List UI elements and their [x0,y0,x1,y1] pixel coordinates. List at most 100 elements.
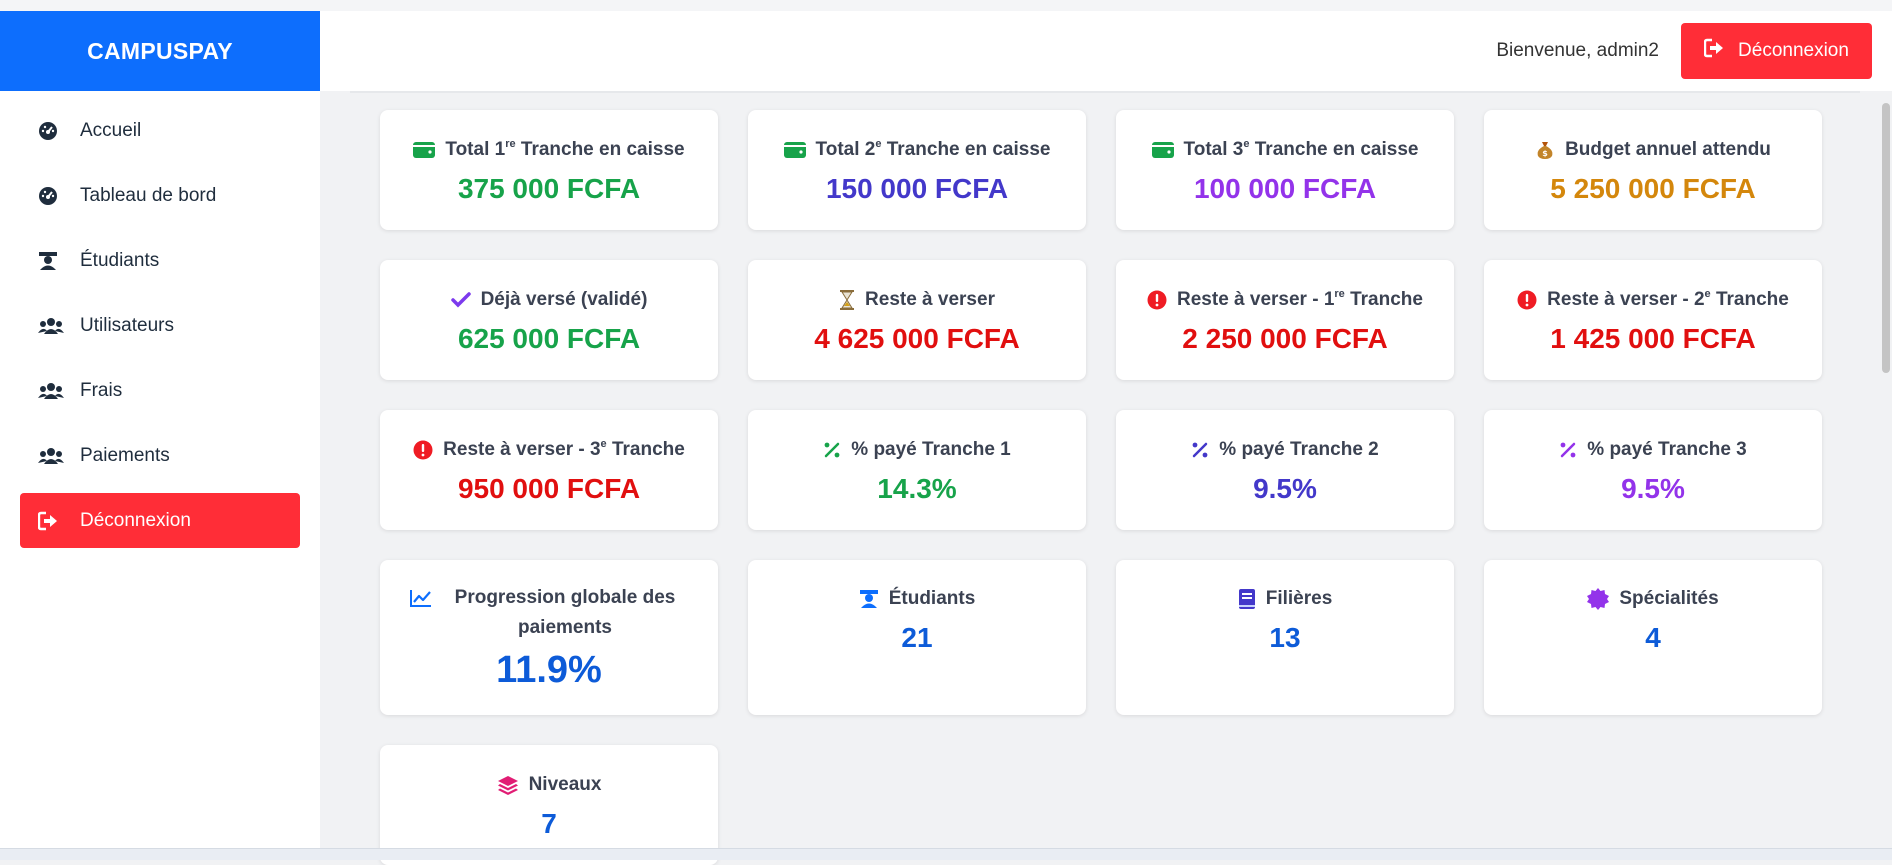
card-percent-tranche-1: % payé Tranche 1 14.3% [748,410,1086,530]
card-value: 150 000 FCFA [825,173,1009,204]
card-levels: Niveaux 7 [380,745,718,865]
card-remaining-tranche-3: Reste à verser - 3e Tranche 950 000 FCFA [380,410,718,530]
percent-icon [823,441,841,459]
card-title: Reste à verser [865,289,995,310]
card-total-tranche-1: Total 1re Tranche en caisse 375 000 FCFA [380,110,718,230]
wallet-icon [413,141,436,159]
card-budget: $ Budget annuel attendu 5 250 000 FCFA [1484,110,1822,230]
card-value: 100 000 FCFA [1193,173,1377,204]
card-remaining-tranche-1: Reste à verser - 1re Tranche 2 250 000 F… [1116,260,1454,380]
logout-icon [1703,38,1724,64]
card-value: 5 250 000 FCFA [1550,173,1756,204]
gauge-icon [38,185,66,207]
sidebar-item-paiements[interactable]: Paiements [20,428,300,483]
sidebar-item-label: Frais [80,379,123,401]
card-total-tranche-2: Total 2e Tranche en caisse 150 000 FCFA [748,110,1086,230]
card-title: Reste à verser - 1re Tranche [1177,287,1423,310]
card-title: Budget annuel attendu [1565,139,1771,160]
card-title: Filières [1265,588,1333,609]
card-specialties: Spécialités 4 [1484,560,1822,715]
card-value: 625 000 FCFA [457,323,641,354]
sidebar-item-label: Paiements [80,444,170,466]
card-value: 4 [1645,622,1661,653]
card-value: 13 [1269,622,1301,653]
card-title: Niveaux [528,774,602,795]
brand-logo[interactable]: CAMPUSPAY [0,11,320,91]
users-icon [38,380,66,402]
card-title: Spécialités [1619,588,1719,609]
book-icon [1238,589,1256,609]
sidebar-item-etudiants[interactable]: Étudiants [20,233,300,288]
card-title: % payé Tranche 2 [1219,439,1379,460]
alert-icon [413,440,433,460]
line-chart-icon [410,589,432,607]
graduate-icon [38,250,66,272]
sidebar-item-label: Utilisateurs [80,314,174,336]
users-icon [38,315,66,337]
sidebar-item-deconnexion[interactable]: Déconnexion [20,493,300,548]
card-remaining-tranche-2: Reste à verser - 2e Tranche 1 425 000 FC… [1484,260,1822,380]
card-value: 1 425 000 FCFA [1550,323,1756,354]
card-title: Reste à verser - 3e Tranche [443,437,685,460]
percent-icon [1559,441,1577,459]
card-value: 375 000 FCFA [457,173,641,204]
card-value: 4 625 000 FCFA [814,323,1020,354]
card-value: 9.5% [1621,473,1685,504]
card-percent-tranche-3: % payé Tranche 3 9.5% [1484,410,1822,530]
sidebar-item-label: Tableau de bord [80,184,217,206]
wallet-icon [1151,141,1174,159]
card-title: Total 1re Tranche en caisse [445,137,685,160]
card-value: 14.3% [877,473,957,504]
card-value: 21 [901,622,933,653]
card-title: % payé Tranche 3 [1587,439,1747,460]
header-divider [350,91,1860,93]
hourglass-icon [839,290,855,310]
card-title: Déjà versé (validé) [480,289,648,310]
check-icon [450,292,471,308]
card-value: 11.9% [496,649,602,691]
gauge-icon [38,120,66,142]
card-paid-validated: Déjà versé (validé) 625 000 FCFA [380,260,718,380]
logout-button-label: Déconnexion [1738,40,1849,61]
layers-icon [497,775,519,795]
scrollbar-thumb[interactable] [1882,103,1890,373]
stats-grid: Total 1re Tranche en caisse 375 000 FCFA… [380,110,1822,865]
graduate-icon [859,589,879,609]
alert-icon [1517,290,1537,310]
percent-icon [1191,441,1209,459]
page-scrollbar[interactable] [1880,91,1892,860]
alert-icon [1147,290,1167,310]
card-title: Étudiants [888,588,976,609]
card-title: Progression globale des paiements [454,587,676,638]
sidebar-item-frais[interactable]: Frais [20,363,300,418]
logout-icon [38,510,66,532]
sidebar-item-tableau-de-bord[interactable]: Tableau de bord [20,168,300,223]
card-value: 9.5% [1253,473,1317,504]
welcome-text: Bienvenue, admin2 [1496,40,1659,61]
sidebar-item-label: Déconnexion [80,509,191,531]
money-bag-icon: $ [1535,140,1555,160]
card-value: 7 [541,808,557,839]
card-title: Total 2e Tranche en caisse [815,137,1051,160]
card-title: Reste à verser - 2e Tranche [1547,287,1789,310]
logout-button[interactable]: Déconnexion [1681,23,1872,79]
card-global-progress: Progression globale des paiements 11.9% [380,560,718,715]
sidebar-item-label: Accueil [80,119,142,141]
card-title: Total 3e Tranche en caisse [1183,137,1419,160]
card-value: 2 250 000 FCFA [1182,323,1388,354]
top-header: Bienvenue, admin2 Déconnexion [320,11,1892,91]
svg-text:$: $ [1542,149,1548,158]
sidebar-item-utilisateurs[interactable]: Utilisateurs [20,298,300,353]
top-strip [0,0,1892,11]
sidebar-item-label: Étudiants [80,249,160,271]
card-percent-tranche-2: % payé Tranche 2 9.5% [1116,410,1454,530]
card-total-tranche-3: Total 3e Tranche en caisse 100 000 FCFA [1116,110,1454,230]
card-fields: Filières 13 [1116,560,1454,715]
sidebar-item-accueil[interactable]: Accueil [20,103,300,158]
os-taskbar-edge [0,848,1892,860]
sidebar: CAMPUSPAY Accueil Tableau de bord Étudia… [0,11,320,860]
users-icon [38,445,66,467]
card-students: Étudiants 21 [748,560,1086,715]
card-remaining: Reste à verser 4 625 000 FCFA [748,260,1086,380]
sidebar-nav: Accueil Tableau de bord Étudiants Utilis… [0,91,320,548]
